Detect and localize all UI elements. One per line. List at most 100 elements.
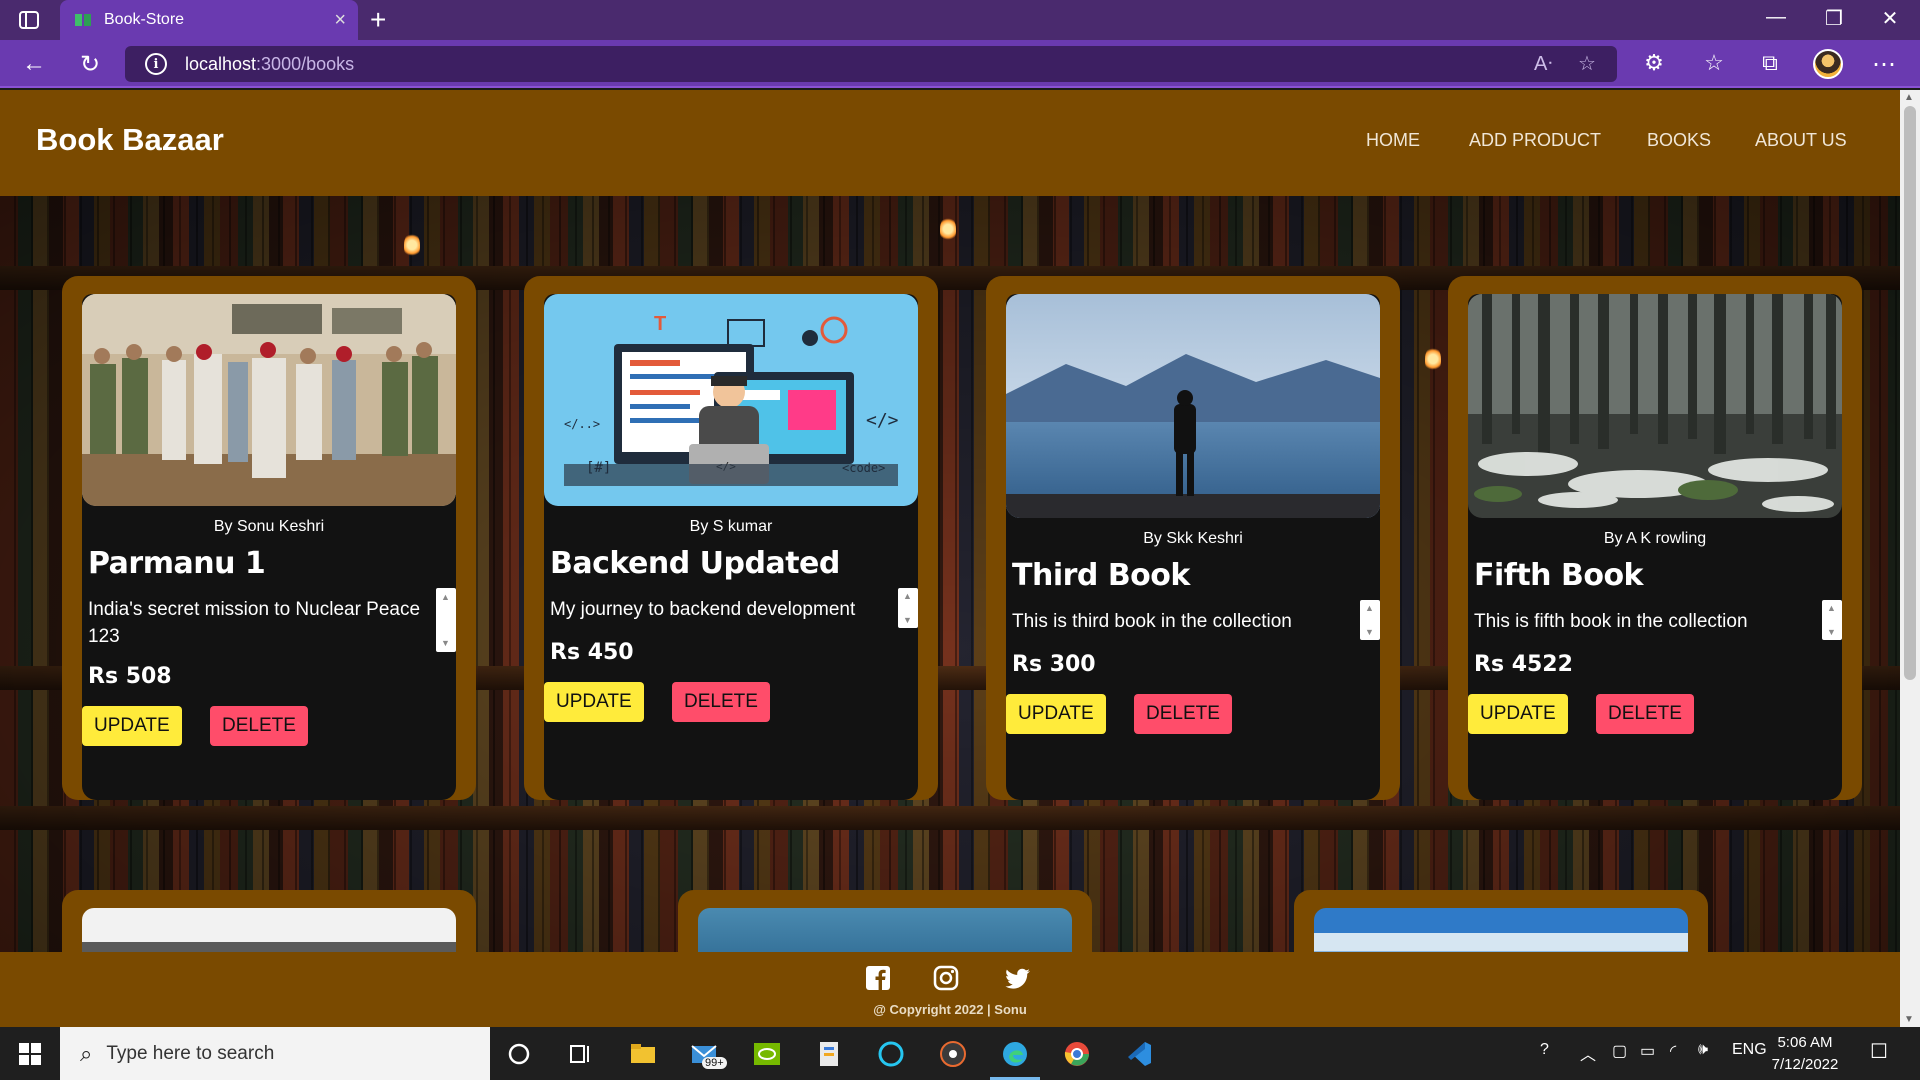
alexa-icon[interactable] xyxy=(876,1039,906,1069)
update-button[interactable]: UPDATE xyxy=(82,706,182,746)
file-explorer-icon[interactable] xyxy=(628,1039,658,1069)
card-body: By Sonu Keshri Parmanu 1 India's secret … xyxy=(82,294,456,800)
nvidia-icon[interactable] xyxy=(752,1039,782,1069)
mail-app[interactable]: 99+ xyxy=(690,1037,730,1073)
instagram-icon[interactable] xyxy=(932,964,960,992)
taskbar-search-placeholder: Type here to search xyxy=(106,1042,275,1064)
book-price: Rs 4522 xyxy=(1474,652,1573,677)
search-icon: ⌕ xyxy=(80,1040,93,1066)
file-manager-icon[interactable] xyxy=(814,1039,844,1069)
update-button[interactable]: UPDATE xyxy=(1006,694,1106,734)
book-author: By S kumar xyxy=(689,518,773,535)
extensions-icon[interactable]: ⚙ xyxy=(1640,50,1668,76)
taskbar-search[interactable]: ⌕ Type here to search xyxy=(60,1027,490,1080)
update-button[interactable]: UPDATE xyxy=(1468,694,1568,734)
description-scrollbar[interactable]: ▲ ▼ xyxy=(1822,600,1842,640)
nav-add-product[interactable]: ADD PRODUCT xyxy=(1469,130,1601,151)
card-body: By A K rowling Fifth Book This is fifth … xyxy=(1468,294,1842,800)
volume-icon[interactable]: 🕪 xyxy=(1698,1041,1708,1059)
browser-toolbar: ← ↻ i localhost:3000/books Aᐧ ☆ ⚙ ☆ ⧉ ⋯ xyxy=(0,40,1920,88)
svg-text:</..>: </..> xyxy=(564,417,600,431)
system-clock[interactable]: 5:06 AM 7/12/2022 xyxy=(1760,1032,1850,1076)
minimize-button[interactable]: — xyxy=(1756,6,1796,29)
card-body: By Skk Keshri Third Book This is third b… xyxy=(1006,294,1380,800)
book-price: Rs 508 xyxy=(88,664,172,689)
copyright-text: @ Copyright 2022 | Sonu xyxy=(873,1002,1027,1017)
book-description: My journey to backend development xyxy=(550,599,856,620)
candle-light xyxy=(940,216,956,242)
task-view-icon[interactable] xyxy=(566,1039,596,1069)
book-card: By A K rowling Fifth Book This is fifth … xyxy=(1448,276,1862,800)
card-body: </> </..> </> <code> [#] T By S kumar Ba… xyxy=(544,294,918,800)
battery-icon[interactable]: ▭ xyxy=(1640,1041,1655,1061)
chrome-icon[interactable] xyxy=(1062,1039,1092,1069)
description-scrollbar[interactable]: ▲ ▼ xyxy=(898,588,918,628)
site-info-icon[interactable]: i xyxy=(145,53,167,75)
profile-avatar[interactable] xyxy=(1813,49,1843,79)
close-window-button[interactable]: ✕ xyxy=(1870,6,1910,31)
book-description: This is third book in the collection xyxy=(1012,611,1292,632)
refresh-icon[interactable]: ↻ xyxy=(76,50,104,79)
description-scrollbar[interactable]: ▲ ▼ xyxy=(1360,600,1380,640)
page-scrollbar[interactable]: ▲ ▼ xyxy=(1900,90,1920,1027)
facebook-icon[interactable] xyxy=(864,964,892,992)
scroll-thumb[interactable] xyxy=(1904,106,1916,680)
svg-text:[#]: [#] xyxy=(586,460,611,476)
restore-button[interactable]: ❐ xyxy=(1814,6,1854,31)
edge-browser-icon[interactable] xyxy=(1000,1039,1030,1069)
update-button[interactable]: UPDATE xyxy=(544,682,644,722)
browser-tab[interactable]: Book-Store × xyxy=(60,0,358,40)
help-icon[interactable]: ? xyxy=(1540,1041,1549,1059)
nav-home[interactable]: HOME xyxy=(1366,130,1420,151)
show-hidden-icons[interactable]: ︿ xyxy=(1580,1041,1596,1065)
vscode-icon[interactable] xyxy=(1124,1039,1154,1069)
site-header: Book Bazaar HOME ADD PRODUCT BOOKS ABOUT… xyxy=(0,90,1900,196)
book-description: This is fifth book in the collection xyxy=(1474,611,1748,632)
brand-logo[interactable]: Book Bazaar xyxy=(36,122,224,158)
site-footer: @ Copyright 2022 | Sonu xyxy=(0,952,1900,1027)
book-card: </> </..> </> <code> [#] T By S kumar Ba… xyxy=(524,276,938,800)
clock-time: 5:06 AM xyxy=(1777,1034,1833,1051)
mail-badge: 99+ xyxy=(702,1057,727,1069)
delete-button[interactable]: DELETE xyxy=(1134,694,1232,734)
book-title: Third Book xyxy=(1012,558,1190,593)
windows-start-icon[interactable] xyxy=(18,1042,42,1066)
url-host: localhost xyxy=(185,53,257,74)
svg-text:T: T xyxy=(654,313,666,335)
more-options-icon[interactable]: ⋯ xyxy=(1870,50,1898,79)
delete-button[interactable]: DELETE xyxy=(210,706,308,746)
scroll-down-icon[interactable]: ▼ xyxy=(1904,1014,1914,1025)
nav-books[interactable]: BOOKS xyxy=(1647,130,1711,151)
media-player-icon[interactable] xyxy=(938,1039,968,1069)
read-aloud-icon[interactable]: Aᐧ xyxy=(1534,51,1552,76)
delete-button[interactable]: DELETE xyxy=(1596,694,1694,734)
tab-close-icon[interactable]: × xyxy=(334,9,346,32)
url-path: :3000/books xyxy=(256,53,355,74)
clock-date: 7/12/2022 xyxy=(1771,1056,1839,1073)
device-icon[interactable]: ▢ xyxy=(1612,1041,1627,1061)
tab-actions-icon[interactable] xyxy=(18,9,40,31)
collections-icon[interactable]: ⧉ xyxy=(1756,50,1784,76)
book-favicon-icon xyxy=(75,14,91,26)
cortana-icon[interactable] xyxy=(504,1039,534,1069)
book-description: India's secret mission to Nuclear Peace … xyxy=(88,599,421,647)
nav-about-us[interactable]: ABOUT US xyxy=(1755,130,1847,151)
book-title: Parmanu 1 xyxy=(88,546,266,581)
back-arrow-icon[interactable]: ← xyxy=(20,50,48,78)
book-card: By Sonu Keshri Parmanu 1 India's secret … xyxy=(62,276,476,800)
scroll-up-icon[interactable]: ▲ xyxy=(1904,92,1914,103)
notifications-icon[interactable]: ☐ xyxy=(1870,1039,1888,1064)
twitter-icon[interactable] xyxy=(1004,964,1032,992)
description-scrollbar[interactable]: ▲ ▼ xyxy=(436,588,456,652)
favorites-icon[interactable]: ☆ xyxy=(1700,50,1728,76)
book-cover-image xyxy=(1006,294,1380,518)
add-favorite-icon[interactable]: ☆ xyxy=(1578,51,1596,76)
book-title: Fifth Book xyxy=(1474,558,1644,593)
candle-light xyxy=(1425,346,1441,372)
delete-button[interactable]: DELETE xyxy=(672,682,770,722)
new-tab-button[interactable]: + xyxy=(370,4,386,36)
wifi-icon[interactable]: ◜ xyxy=(1670,1041,1676,1061)
candle-light xyxy=(404,232,420,258)
address-bar[interactable]: i localhost:3000/books xyxy=(125,46,1617,82)
book-author: By Sonu Keshri xyxy=(213,518,325,535)
